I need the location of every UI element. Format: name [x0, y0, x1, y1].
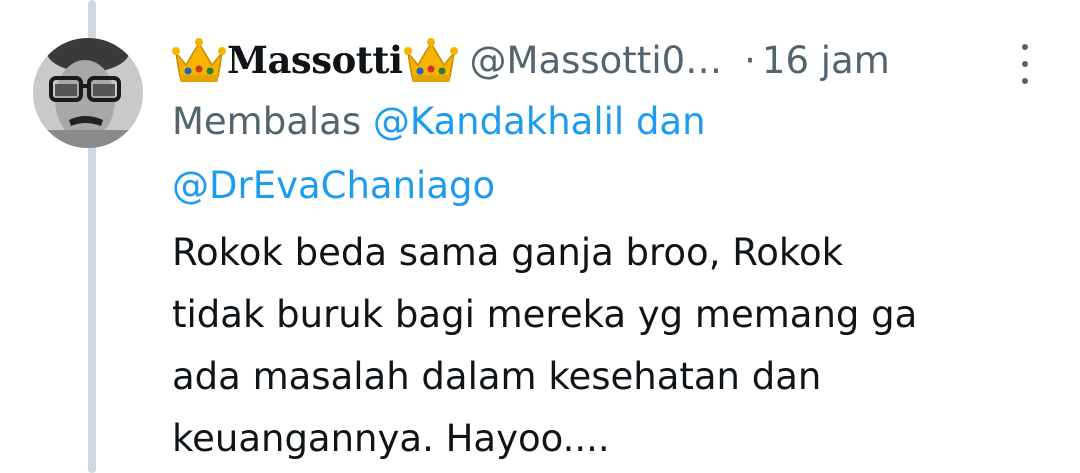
user-handle[interactable]: @Massotti0… [470, 39, 723, 82]
tweet-text-line: Rokok beda sama ganja broo, Rokok [172, 231, 844, 274]
mention-link[interactable]: @Kandakhalil dan [373, 100, 706, 143]
tweet-text: Rokok beda sama ganja broo, Rokok tidak … [172, 222, 1052, 470]
timestamp[interactable]: 16 jam [762, 39, 890, 82]
avatar[interactable] [33, 38, 143, 148]
more-vertical-icon [1022, 44, 1028, 50]
tweet-header: Massotti @Massotti0… · 16 jam [172, 30, 890, 90]
replying-to: Membalas @Kandakhalil dan @DrEvaChaniago [172, 90, 1022, 218]
mention-link[interactable]: @DrEvaChaniago [172, 164, 495, 207]
separator-dot: · [744, 38, 756, 82]
display-name[interactable]: Massotti [227, 38, 403, 82]
tweet-text-line: ada masalah dalam kesehatan dan [172, 355, 822, 398]
more-vertical-icon [1022, 61, 1028, 67]
crown-icon [172, 35, 226, 85]
replying-to-label: Membalas [172, 100, 362, 143]
more-options-button[interactable] [1012, 44, 1038, 84]
more-vertical-icon [1022, 78, 1028, 84]
tweet-text-line: keuangannya. Hayoo.... [172, 417, 610, 460]
crown-icon [403, 35, 458, 85]
tweet-text-line: tidak buruk bagi mereka yg memang ga [172, 293, 918, 336]
